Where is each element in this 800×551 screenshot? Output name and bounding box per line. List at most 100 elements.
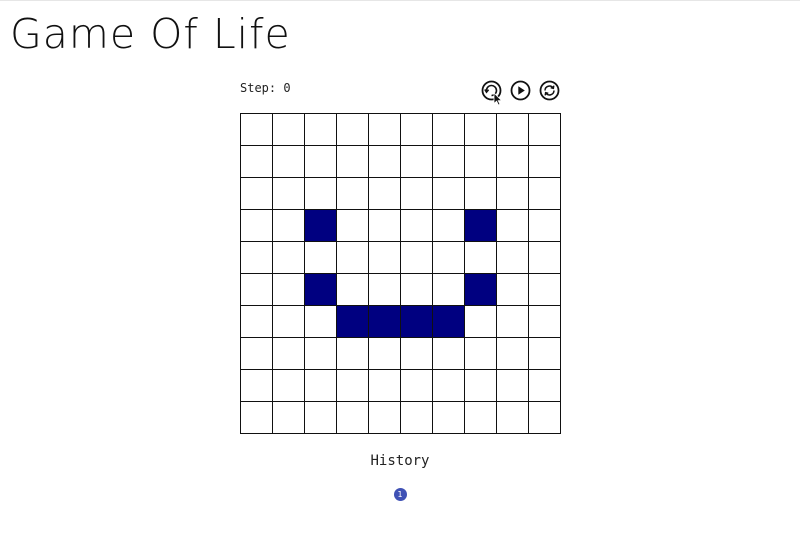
cell-dead[interactable] bbox=[433, 402, 465, 434]
cell-dead[interactable] bbox=[401, 242, 433, 274]
cell-alive[interactable] bbox=[465, 210, 497, 242]
cell-dead[interactable] bbox=[337, 274, 369, 306]
cell-dead[interactable] bbox=[241, 114, 273, 146]
cell-dead[interactable] bbox=[305, 306, 337, 338]
play-button[interactable] bbox=[510, 80, 531, 101]
cell-dead[interactable] bbox=[401, 178, 433, 210]
cell-dead[interactable] bbox=[337, 242, 369, 274]
cell-dead[interactable] bbox=[401, 402, 433, 434]
step-button[interactable] bbox=[481, 80, 502, 101]
cell-dead[interactable] bbox=[529, 146, 561, 178]
cell-dead[interactable] bbox=[497, 242, 529, 274]
cell-dead[interactable] bbox=[241, 306, 273, 338]
cell-dead[interactable] bbox=[465, 402, 497, 434]
cell-dead[interactable] bbox=[273, 370, 305, 402]
cell-dead[interactable] bbox=[273, 306, 305, 338]
cell-dead[interactable] bbox=[369, 274, 401, 306]
cell-dead[interactable] bbox=[401, 338, 433, 370]
cell-dead[interactable] bbox=[465, 146, 497, 178]
cell-dead[interactable] bbox=[401, 146, 433, 178]
cell-dead[interactable] bbox=[401, 370, 433, 402]
cell-dead[interactable] bbox=[497, 146, 529, 178]
cell-dead[interactable] bbox=[305, 370, 337, 402]
cell-dead[interactable] bbox=[497, 338, 529, 370]
cell-dead[interactable] bbox=[369, 242, 401, 274]
cell-dead[interactable] bbox=[369, 178, 401, 210]
cell-dead[interactable] bbox=[529, 274, 561, 306]
cell-dead[interactable] bbox=[465, 370, 497, 402]
cell-dead[interactable] bbox=[305, 146, 337, 178]
cell-dead[interactable] bbox=[369, 114, 401, 146]
cell-dead[interactable] bbox=[305, 114, 337, 146]
cell-dead[interactable] bbox=[241, 210, 273, 242]
cell-dead[interactable] bbox=[529, 338, 561, 370]
cell-dead[interactable] bbox=[433, 146, 465, 178]
cell-alive[interactable] bbox=[401, 306, 433, 338]
cell-dead[interactable] bbox=[433, 242, 465, 274]
cell-dead[interactable] bbox=[337, 402, 369, 434]
cell-alive[interactable] bbox=[305, 274, 337, 306]
cell-dead[interactable] bbox=[497, 178, 529, 210]
cell-dead[interactable] bbox=[337, 114, 369, 146]
cell-dead[interactable] bbox=[273, 178, 305, 210]
cell-dead[interactable] bbox=[273, 210, 305, 242]
cell-dead[interactable] bbox=[369, 146, 401, 178]
cell-dead[interactable] bbox=[241, 338, 273, 370]
cell-dead[interactable] bbox=[433, 114, 465, 146]
cell-dead[interactable] bbox=[465, 242, 497, 274]
cell-dead[interactable] bbox=[401, 274, 433, 306]
cell-dead[interactable] bbox=[337, 146, 369, 178]
cell-dead[interactable] bbox=[337, 178, 369, 210]
cell-dead[interactable] bbox=[529, 114, 561, 146]
cell-dead[interactable] bbox=[241, 242, 273, 274]
cell-dead[interactable] bbox=[273, 146, 305, 178]
cell-dead[interactable] bbox=[337, 210, 369, 242]
cell-dead[interactable] bbox=[465, 178, 497, 210]
cell-alive[interactable] bbox=[465, 274, 497, 306]
history-item[interactable]: 1 bbox=[393, 488, 407, 501]
cell-dead[interactable] bbox=[529, 306, 561, 338]
cell-dead[interactable] bbox=[273, 242, 305, 274]
cell-dead[interactable] bbox=[465, 306, 497, 338]
cell-dead[interactable] bbox=[433, 178, 465, 210]
cell-dead[interactable] bbox=[433, 274, 465, 306]
cell-dead[interactable] bbox=[369, 370, 401, 402]
cell-dead[interactable] bbox=[273, 402, 305, 434]
cell-dead[interactable] bbox=[337, 370, 369, 402]
reset-button[interactable] bbox=[539, 80, 560, 101]
cell-dead[interactable] bbox=[465, 338, 497, 370]
cell-dead[interactable] bbox=[497, 370, 529, 402]
cell-dead[interactable] bbox=[529, 402, 561, 434]
cell-dead[interactable] bbox=[497, 306, 529, 338]
cell-dead[interactable] bbox=[401, 114, 433, 146]
cell-dead[interactable] bbox=[305, 402, 337, 434]
cell-dead[interactable] bbox=[241, 274, 273, 306]
cell-alive[interactable] bbox=[305, 210, 337, 242]
cell-dead[interactable] bbox=[497, 210, 529, 242]
cell-dead[interactable] bbox=[529, 178, 561, 210]
cell-dead[interactable] bbox=[241, 146, 273, 178]
cell-dead[interactable] bbox=[433, 210, 465, 242]
cell-dead[interactable] bbox=[369, 338, 401, 370]
cell-dead[interactable] bbox=[241, 402, 273, 434]
cell-dead[interactable] bbox=[529, 370, 561, 402]
cell-dead[interactable] bbox=[433, 370, 465, 402]
cell-dead[interactable] bbox=[305, 242, 337, 274]
cell-dead[interactable] bbox=[369, 402, 401, 434]
cell-dead[interactable] bbox=[401, 210, 433, 242]
cell-dead[interactable] bbox=[369, 210, 401, 242]
cell-dead[interactable] bbox=[305, 178, 337, 210]
cell-alive[interactable] bbox=[433, 306, 465, 338]
cell-dead[interactable] bbox=[497, 274, 529, 306]
cell-dead[interactable] bbox=[337, 338, 369, 370]
cell-dead[interactable] bbox=[529, 210, 561, 242]
cell-alive[interactable] bbox=[337, 306, 369, 338]
cell-dead[interactable] bbox=[273, 114, 305, 146]
cell-dead[interactable] bbox=[305, 338, 337, 370]
cell-dead[interactable] bbox=[529, 242, 561, 274]
cell-dead[interactable] bbox=[497, 114, 529, 146]
cell-dead[interactable] bbox=[465, 114, 497, 146]
cell-dead[interactable] bbox=[241, 370, 273, 402]
cell-dead[interactable] bbox=[273, 338, 305, 370]
cell-dead[interactable] bbox=[433, 338, 465, 370]
